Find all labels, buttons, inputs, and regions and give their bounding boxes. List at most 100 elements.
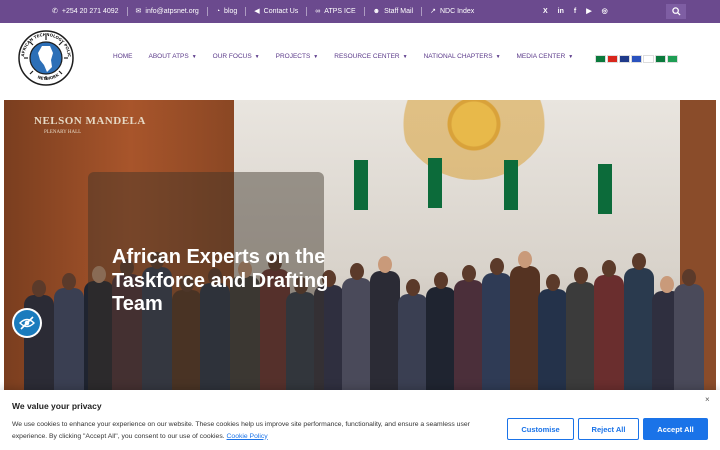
accept-all-button[interactable]: Accept All: [643, 418, 708, 440]
person-head: [574, 267, 588, 284]
eye-slash-icon: [19, 316, 35, 330]
top-link-254-20-271-4092[interactable]: ✆ +254 20 271 4092: [44, 7, 128, 16]
person-figure: [342, 278, 372, 390]
reject-all-button[interactable]: Reject All: [578, 418, 639, 440]
top-link-label: +254 20 271 4092: [61, 8, 119, 15]
linkedin-icon[interactable]: in: [558, 0, 564, 23]
nav-item-label: HOME: [113, 53, 133, 60]
top-link-contact-us[interactable]: ◀ Contact Us: [246, 7, 308, 16]
flag-swahili-icon[interactable]: [667, 55, 678, 63]
person-head: [632, 253, 646, 270]
close-icon[interactable]: ×: [705, 395, 710, 404]
hero-title: African Experts on the Taskforce and Dra…: [112, 246, 329, 315]
flag-japanese-icon[interactable]: [643, 55, 654, 63]
person-figure: [370, 271, 400, 390]
top-links: ✆ +254 20 271 4092 ✉ info@atpsnet.org ◔ blog ◀…: [44, 0, 482, 23]
flag-english-icon[interactable]: [619, 55, 630, 63]
person-figure: [594, 275, 624, 390]
person-head: [462, 265, 476, 282]
person-figure: [566, 282, 596, 390]
top-link-label: blog: [224, 8, 238, 15]
nav-item-home[interactable]: HOME: [113, 53, 133, 60]
megaphone-icon: ◀: [254, 8, 260, 15]
person-head: [518, 251, 532, 268]
nav-item-projects[interactable]: PROJECTS ▼: [276, 53, 319, 60]
flag-portuguese-icon[interactable]: [655, 55, 666, 63]
chevron-down-icon: ▼: [313, 53, 319, 60]
language-switcher: [595, 55, 678, 63]
flag-arabic-icon[interactable]: [595, 55, 606, 63]
nav-item-label: NATIONAL CHAPTERS: [423, 53, 493, 60]
hero-slider: NELSON MANDELA PLENARY HALL African Expe…: [4, 100, 716, 390]
nav-item-label: ABOUT ATPS: [148, 53, 189, 60]
nav-item-media-center[interactable]: MEDIA CENTER ▼: [517, 53, 574, 60]
chevron-down-icon: ▼: [568, 53, 574, 60]
cookie-policy-link[interactable]: Cookie Policy: [227, 433, 268, 440]
flag-chinese-icon[interactable]: [607, 55, 618, 63]
nav-item-resource-center[interactable]: RESOURCE CENTER ▼: [334, 53, 407, 60]
customise-button[interactable]: Customise: [507, 418, 574, 440]
person-figure: [54, 288, 84, 390]
person-head: [660, 276, 674, 293]
nav-item-label: MEDIA CENTER: [516, 53, 566, 60]
cookie-title: We value your privacy: [12, 401, 102, 411]
top-link-staff-mail[interactable]: ☻ Staff Mail: [365, 7, 423, 16]
chevron-down-icon: ▼: [254, 53, 260, 60]
person-figure: [398, 294, 428, 390]
users-icon: ☻: [372, 8, 381, 15]
person-head: [602, 260, 616, 277]
person-figure: [538, 289, 568, 390]
social-links: Xin f ▶ ◎: [543, 0, 608, 23]
top-link-blog[interactable]: ◔ blog: [208, 7, 247, 16]
main-nav: HOME ABOUT ATPS ▼ OUR FOCUS ▼ PROJECTS ▼ RESOUR…: [113, 53, 573, 60]
au-flag: [428, 158, 442, 208]
nav-item-label: PROJECTS: [275, 53, 311, 60]
top-link-info-atpsnet-org[interactable]: ✉ info@atpsnet.org: [128, 7, 208, 16]
nav-item-about-atps[interactable]: ABOUT ATPS ▼: [149, 53, 197, 60]
top-link-atps-ice[interactable]: ∞ ATPS ICE: [307, 7, 365, 16]
au-flag: [504, 160, 518, 210]
instagram-icon[interactable]: ◎: [602, 0, 608, 23]
person-head: [546, 274, 560, 291]
hall-sign: NELSON MANDELA: [34, 115, 146, 127]
person-figure: [624, 268, 654, 390]
chevron-down-icon: ▼: [191, 53, 197, 60]
nav-item-our-focus[interactable]: OUR FOCUS ▼: [213, 53, 260, 60]
atps-logo[interactable]: AFRICAN TECHNOLOGY POLICY STUDIES NETWOR…: [14, 23, 76, 89]
facebook-icon[interactable]: f: [574, 0, 576, 23]
nav-item-national-chapters[interactable]: NATIONAL CHAPTERS ▼: [424, 53, 501, 60]
envelope-icon: ✉: [135, 8, 142, 15]
au-flag: [354, 160, 368, 210]
accessibility-button[interactable]: [12, 308, 42, 338]
top-link-label: Staff Mail: [384, 8, 414, 15]
top-link-label: Contact Us: [263, 8, 299, 15]
nav-item-label: RESOURCE CENTER: [334, 53, 400, 60]
top-link-label: info@atpsnet.org: [145, 8, 199, 15]
person-head: [682, 269, 696, 286]
person-figure: [674, 284, 704, 390]
link-icon: ∞: [315, 8, 321, 15]
person-head: [378, 256, 392, 273]
top-link-ndc-index[interactable]: ↗ NDC Index: [422, 7, 482, 16]
search-button[interactable]: [666, 4, 686, 19]
phone-icon: ✆: [52, 8, 58, 15]
person-head: [62, 273, 76, 290]
cookie-banner: We value your privacy × We use cookies t…: [0, 390, 720, 450]
person-head: [350, 263, 364, 280]
flag-french-icon[interactable]: [631, 55, 642, 63]
site-header: AFRICAN TECHNOLOGY POLICY STUDIES NETWOR…: [0, 23, 720, 100]
chevron-down-icon: ▼: [402, 53, 408, 60]
person-head: [490, 258, 504, 275]
hall-sign-sub: PLENARY HALL: [44, 130, 82, 135]
au-flag: [598, 164, 612, 214]
top-link-label: NDC Index: [440, 8, 475, 15]
x-twitter-icon[interactable]: X: [543, 0, 548, 23]
search-icon: [671, 7, 681, 16]
top-bar: ✆ +254 20 271 4092 ✉ info@atpsnet.org ◔ blog ◀…: [0, 0, 720, 23]
top-link-label: ATPS ICE: [324, 8, 356, 15]
youtube-icon[interactable]: ▶: [586, 0, 591, 23]
person-figure: [510, 266, 540, 390]
rss-icon: ◔: [215, 8, 221, 15]
chevron-down-icon: ▼: [495, 53, 501, 60]
person-figure: [426, 287, 456, 390]
